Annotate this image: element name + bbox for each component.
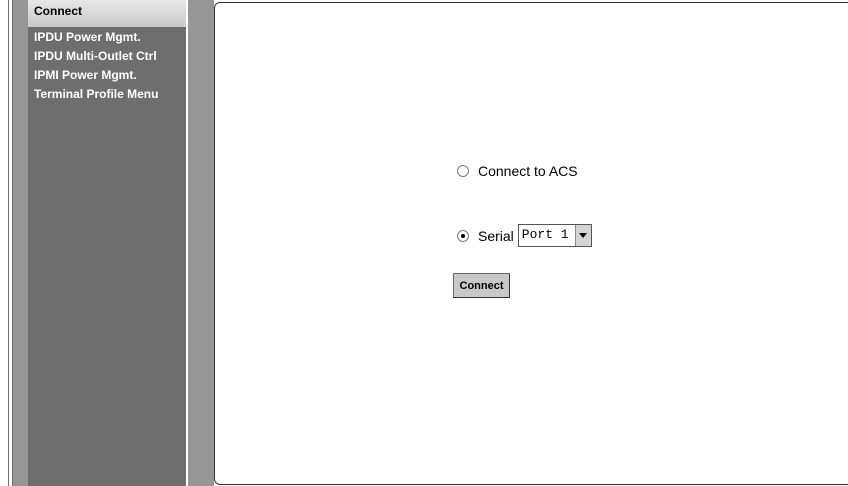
sidebar-item-ipmi-power-mgmt[interactable]: IPMI Power Mgmt.	[28, 66, 186, 85]
serial-radio[interactable]	[457, 229, 469, 242]
connect-acs-radio[interactable]	[457, 165, 469, 177]
sidebar-item-connect[interactable]: Connect	[28, 0, 186, 27]
connect-acs-option: Connect to ACS	[457, 163, 578, 179]
serial-option: Serial Port 1	[457, 224, 592, 247]
sidebar-item-ipdu-multi-outlet-ctrl[interactable]: IPDU Multi-Outlet Ctrl	[28, 47, 186, 66]
port-select[interactable]: Port 1	[517, 224, 592, 247]
content-panel: Connect to ACS Serial Port 1 Connect	[214, 2, 848, 485]
left-margin	[0, 0, 8, 486]
sidebar-item-ipdu-power-mgmt[interactable]: IPDU Power Mgmt.	[28, 28, 186, 47]
connect-button[interactable]: Connect	[453, 273, 510, 298]
dropdown-arrow-button[interactable]	[574, 225, 591, 246]
serial-label: Serial	[478, 227, 514, 244]
app-window: Connect IPDU Power Mgmt. IPDU Multi-Outl…	[0, 0, 848, 486]
sidebar: Connect IPDU Power Mgmt. IPDU Multi-Outl…	[28, 0, 186, 486]
sidebar-menu: Connect IPDU Power Mgmt. IPDU Multi-Outl…	[28, 0, 186, 104]
port-select-value: Port 1	[521, 227, 569, 242]
sidebar-item-terminal-profile-menu[interactable]: Terminal Profile Menu	[28, 85, 186, 104]
connect-acs-label: Connect to ACS	[478, 163, 578, 179]
right-gray-strip	[188, 0, 214, 486]
chevron-down-icon	[579, 233, 588, 238]
left-gray-strip	[13, 0, 28, 486]
